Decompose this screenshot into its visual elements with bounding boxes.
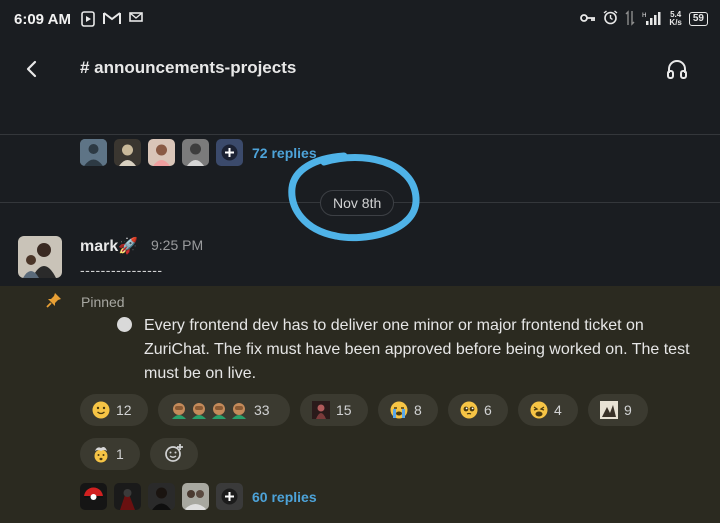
reaction-count: 1: [116, 446, 124, 462]
facepalm-icon: [170, 401, 188, 419]
facepalm-icon: [190, 401, 208, 419]
key-icon: [580, 12, 596, 26]
pinned-text: Every frontend dev has to deliver one mi…: [144, 317, 690, 382]
reaction-count: 12: [116, 402, 132, 418]
reaction-count: 4: [554, 402, 562, 418]
reaction-pleading-face[interactable]: 6: [448, 394, 508, 426]
message-author-avatar[interactable]: [18, 236, 62, 278]
add-reaction-button[interactable]: [150, 438, 198, 470]
messages-icon: [128, 11, 144, 27]
reaction-tired-face[interactable]: 4: [518, 394, 578, 426]
alarm-icon: [603, 10, 618, 28]
reaction-loudly-crying-face[interactable]: 8: [378, 394, 438, 426]
replies-link[interactable]: 60 replies: [252, 489, 317, 505]
reaction-custom-image[interactable]: 15: [300, 394, 368, 426]
headphones-icon[interactable]: [664, 56, 690, 82]
avatar: [114, 483, 141, 510]
avatar: [148, 483, 175, 510]
replies-link[interactable]: 72 replies: [252, 145, 317, 161]
tired-face-icon: [530, 401, 548, 419]
pleading-face-icon: [460, 401, 478, 419]
channel-header: [0, 40, 720, 135]
exploding-head-icon: [92, 445, 110, 463]
play-store-icon: [80, 11, 96, 27]
status-right: H 5.4 K/s 59: [580, 9, 708, 29]
reaction-facepalm-people[interactable]: 33: [158, 394, 290, 426]
avatar: [182, 483, 209, 510]
custom-emoji-icon: [600, 401, 618, 419]
add-reaction-icon: [164, 443, 184, 466]
gmail-icon: [102, 11, 122, 27]
battery-indicator: 59: [688, 12, 708, 26]
thread-summary-bottom[interactable]: 60 replies: [80, 483, 317, 510]
avatar: [148, 139, 175, 166]
reaction-slightly-smiling-face[interactable]: 12: [80, 394, 148, 426]
network-speed-unit: K/s: [669, 18, 682, 27]
message-author[interactable]: mark🚀: [80, 236, 138, 256]
avatar: [80, 483, 107, 510]
pin-icon: [46, 292, 62, 308]
date-divider-pill[interactable]: Nov 8th: [320, 190, 395, 216]
bullet-icon: [117, 317, 132, 332]
reaction-count: 6: [484, 402, 492, 418]
reaction-count: 33: [254, 402, 270, 418]
data-arrows-icon: [625, 9, 635, 29]
status-time: 6:09 AM: [14, 11, 71, 28]
more-users-icon: [216, 483, 243, 510]
reaction-count: 8: [414, 402, 422, 418]
avatar: [80, 139, 107, 166]
avatar: [182, 139, 209, 166]
message-time: 9:25 PM: [151, 237, 204, 253]
signal-icon: H: [642, 11, 662, 28]
more-users-icon: [216, 139, 243, 166]
custom-emoji-icon: [312, 401, 330, 419]
avatar: [114, 139, 141, 166]
network-speed: 5.4 K/s: [669, 11, 681, 27]
rocket-emoji: 🚀: [118, 238, 139, 255]
facepalm-icon: [210, 401, 228, 419]
reaction-custom-image-2[interactable]: 9: [588, 394, 648, 426]
facepalm-icon: [230, 401, 248, 419]
status-bar: 6:09 AM H 5.4 K/s 59: [0, 0, 720, 40]
author-name: mark: [80, 238, 119, 255]
pinned-label: Pinned: [81, 294, 125, 310]
reaction-exploding-head[interactable]: 1: [80, 438, 140, 470]
reaction-count: 9: [624, 402, 632, 418]
channel-title[interactable]: # announcements-projects: [80, 58, 296, 78]
thread-summary-top[interactable]: 72 replies: [80, 139, 317, 166]
message-body: ----------------: [80, 262, 163, 278]
slightly-smiling-face-icon: [92, 401, 110, 419]
svg-text:H: H: [642, 12, 647, 19]
reaction-count: 15: [336, 402, 352, 418]
loudly-crying-face-icon: [390, 401, 408, 419]
back-arrow-icon[interactable]: [18, 55, 46, 83]
